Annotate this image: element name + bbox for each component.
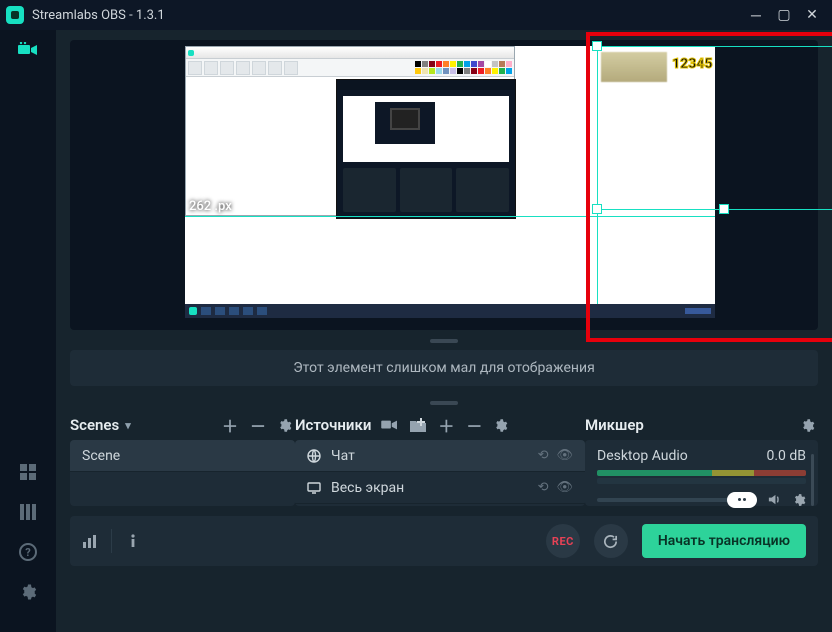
audio-meter: [597, 478, 806, 484]
side-nav: ?: [0, 30, 56, 632]
remove-scene-button[interactable]: －: [249, 413, 267, 437]
svg-text:?: ?: [25, 546, 31, 559]
mixer-panel: Микшер Desktop Audio 0.0 dB: [585, 410, 818, 506]
visibility-icon[interactable]: 👁: [556, 480, 573, 495]
channel-settings-icon[interactable]: [792, 493, 806, 507]
layouts-icon[interactable]: [16, 500, 40, 524]
stats-icon[interactable]: [82, 534, 97, 549]
close-button[interactable]: ✕: [798, 1, 826, 29]
app-window: Streamlabs OBS - 1.3.1 ─ ▢ ✕ ?: [0, 0, 832, 632]
go-live-button[interactable]: Начать трансляцию: [642, 524, 806, 558]
app-logo-icon: [6, 6, 24, 24]
main-area: 262 .px: [56, 30, 832, 632]
audio-meter: [597, 470, 806, 476]
scrollbar[interactable]: [811, 454, 814, 506]
window-title: Streamlabs OBS - 1.3.1: [32, 8, 165, 23]
link-icon[interactable]: ⟲: [538, 480, 549, 495]
add-scene-button[interactable]: ＋: [221, 413, 239, 437]
scene-settings-button[interactable]: [277, 418, 295, 433]
mixer-title: Микшер: [585, 416, 644, 434]
source-row[interactable]: Весь экран ⟲👁: [295, 472, 585, 504]
mixer-channel-name: Desktop Audio: [597, 448, 688, 464]
link-icon[interactable]: ⟲: [538, 448, 549, 463]
overlay-thumbnail: [601, 52, 667, 82]
monitor-icon: [307, 482, 321, 494]
bottom-bar: REC Начать трансляцию: [70, 516, 818, 566]
record-button[interactable]: REC: [546, 524, 580, 558]
preview-canvas[interactable]: 262 .px: [70, 40, 818, 330]
nested-app-preview: 262 .px: [185, 46, 515, 216]
info-icon[interactable]: [126, 534, 140, 548]
mixer-channel-db: 0.0 dB: [766, 448, 806, 464]
source-settings-button[interactable]: [493, 418, 511, 433]
overlay-text: 12345: [672, 56, 713, 72]
visibility-icon[interactable]: 👁: [556, 448, 573, 463]
chevron-down-icon[interactable]: ▾: [125, 419, 131, 432]
volume-slider[interactable]: [597, 498, 757, 502]
replay-buffer-button[interactable]: [594, 524, 628, 558]
scenes-title: Scenes: [70, 416, 119, 434]
taskbar-preview: [185, 304, 715, 318]
globe-icon: [307, 449, 321, 463]
sources-title: Источники: [295, 416, 371, 434]
settings-icon[interactable]: [16, 580, 40, 604]
help-icon[interactable]: ?: [16, 540, 40, 564]
pixel-size-label: 262 .px: [189, 199, 232, 214]
info-banner: Этот элемент слишком мал для отображения: [70, 350, 818, 386]
scenes-panel: Scenes ▾ ＋ － Scene: [70, 410, 295, 506]
remove-source-button[interactable]: －: [465, 413, 483, 437]
sources-panel: Источники ＋ －: [295, 410, 585, 506]
panel-resize-handle-2[interactable]: [56, 396, 832, 410]
panel-resize-handle[interactable]: [56, 334, 832, 348]
add-source-button[interactable]: ＋: [437, 413, 455, 437]
titlebar: Streamlabs OBS - 1.3.1 ─ ▢ ✕: [0, 0, 832, 30]
studio-mode-icon[interactable]: [381, 418, 399, 432]
source-row[interactable]: Чат ⟲👁: [295, 440, 585, 472]
mixer-settings-button[interactable]: [800, 418, 818, 433]
minimize-button[interactable]: ─: [742, 1, 770, 29]
add-folder-icon[interactable]: [409, 418, 427, 433]
editor-tab-icon[interactable]: [16, 38, 40, 62]
dashboard-icon[interactable]: [16, 460, 40, 484]
maximize-button[interactable]: ▢: [770, 1, 798, 29]
scene-row[interactable]: Scene: [70, 440, 295, 472]
speaker-icon[interactable]: [767, 492, 782, 507]
